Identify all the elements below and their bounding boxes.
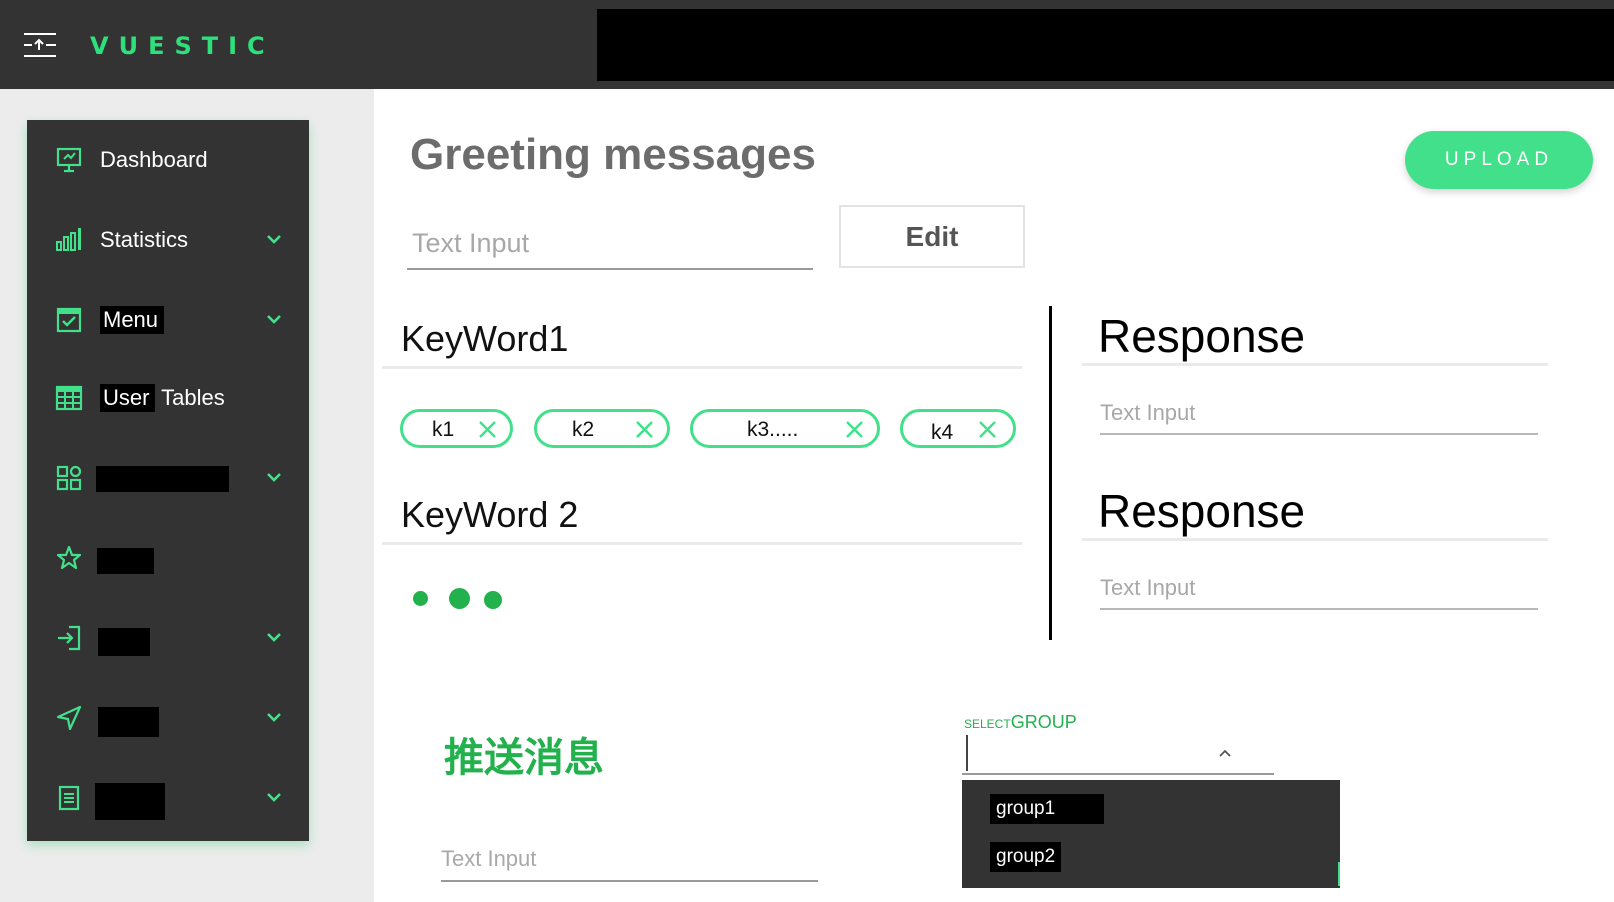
sidebar-item-label: User Tables [100,384,225,412]
page-title: Greeting messages [410,130,816,179]
column-divider [1049,306,1052,640]
push-message-input[interactable] [441,838,818,882]
response-1-title: Response [1098,310,1306,362]
top-bar: VUESTIC [0,0,1614,89]
chevron-down-icon[interactable] [265,310,283,328]
chevron-down-icon[interactable] [265,468,283,486]
dropdown-option-group2[interactable]: group2 [990,842,1062,872]
dropdown-accent-line [1338,862,1340,886]
keyword-chip[interactable]: k4 [900,409,1016,448]
chevron-down-icon[interactable] [265,628,283,646]
loading-dot [484,591,502,609]
keyword-2-title: KeyWord 2 [401,494,579,535]
sidebar-item-label: Dashboard [100,147,208,172]
sidebar-item-dashboard[interactable]: Dashboard [27,130,309,190]
sidebar-item-redacted-2[interactable] [27,528,309,588]
sidebar-item-statistics[interactable]: Statistics [27,210,309,270]
close-icon[interactable] [478,420,497,439]
sidebar-item-redacted-4[interactable] [27,688,309,748]
keyword-1-divider [382,366,1022,369]
sidebar-item-label-text: Menu [100,306,165,334]
dropdown-option-group1[interactable]: group1 [990,794,1104,824]
chevron-down-icon[interactable] [265,708,283,726]
response-1-divider [1082,363,1548,366]
response-2-divider [1082,538,1548,541]
select-group-label: SELECTGROUP [964,712,1077,733]
chevron-down-icon[interactable] [265,230,283,248]
redacted-header-area [597,9,1614,81]
keyword-chip[interactable]: k3..... [690,409,880,448]
sidebar-item-redacted-1[interactable] [27,448,309,508]
sidebar-item-label-user: User [100,384,156,412]
keyword-chip[interactable]: k1 [400,409,513,448]
app-logo[interactable]: VUESTIC [90,32,275,60]
apps-icon [55,464,83,492]
send-icon [55,704,83,732]
redacted-label [95,783,165,820]
sidebar-item-label: Menu [100,306,165,334]
star-icon [55,544,83,572]
keyword-1-title: KeyWord1 [401,318,569,359]
group-select[interactable] [962,735,1274,775]
chip-label: k1 [432,418,455,441]
response-2-input[interactable] [1100,568,1538,610]
checkbox-icon [55,306,83,334]
sidebar-item-label: Statistics [100,227,189,252]
text-caret [966,735,968,771]
upload-button[interactable]: UPLOAD [1405,131,1593,189]
group-dropdown-menu: group1 group2 [962,780,1340,888]
sidebar-item-redacted-5[interactable] [27,768,309,828]
redacted-label [98,628,150,656]
push-message-title: 推送消息 [444,735,604,781]
edit-button[interactable]: Edit [839,205,1025,268]
keyword-2-divider [382,542,1022,545]
chevron-down-icon[interactable] [265,788,283,806]
document-icon [55,784,83,812]
sidebar-item-redacted-3[interactable] [27,608,309,668]
menu-collapse-icon[interactable] [24,30,58,60]
loading-dot [449,588,470,609]
loading-dot [413,591,428,606]
bar-chart-icon [55,226,83,254]
login-icon [55,624,83,652]
sidebar-item-menu[interactable]: Menu [27,290,309,350]
response-1-input[interactable] [1100,393,1538,435]
chip-label: k3..... [747,418,799,441]
greeting-title-input[interactable] [407,218,813,270]
sidebar: Dashboard Statistics Menu User Tables [27,120,309,841]
sidebar-item-label-tables: Tables [161,385,225,410]
table-icon [55,384,83,412]
close-icon[interactable] [845,420,864,439]
redacted-label [98,707,159,737]
close-icon[interactable] [635,420,654,439]
chevron-up-icon[interactable] [1217,745,1233,761]
keyword-chip[interactable]: k2 [534,409,670,448]
close-icon[interactable] [978,420,997,439]
sidebar-item-user-tables[interactable]: User Tables [27,368,309,428]
response-2-title: Response [1098,485,1306,537]
redacted-label [96,466,229,492]
monitor-icon [55,146,83,174]
chip-label: k2 [572,418,595,441]
select-label-large: GROUP [1010,712,1077,732]
redacted-label [97,548,154,574]
select-label-small: SELECT [964,717,1011,731]
chip-label: k4 [931,421,954,444]
